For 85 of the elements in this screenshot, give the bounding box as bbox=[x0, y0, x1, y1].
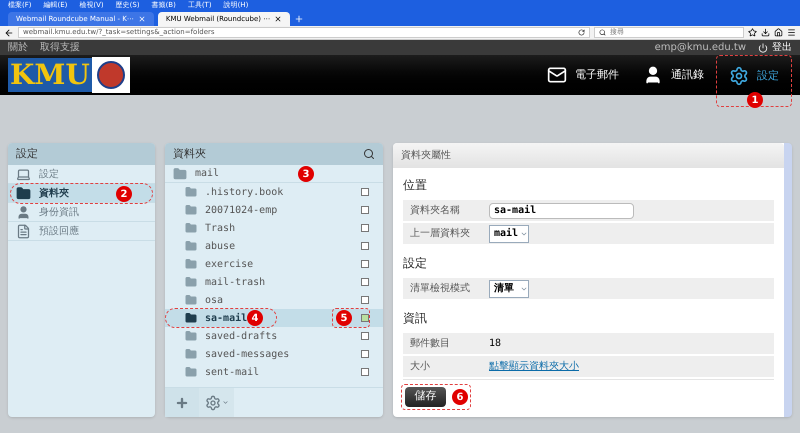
search-icon bbox=[599, 29, 606, 36]
subscribe-checkbox[interactable] bbox=[361, 296, 369, 304]
folder-icon bbox=[185, 240, 197, 252]
dropdown[interactable]: mail bbox=[489, 224, 529, 242]
folder-icon bbox=[185, 222, 197, 234]
document-icon bbox=[16, 224, 31, 238]
power-icon bbox=[758, 42, 768, 52]
panel-header: 設定 bbox=[8, 143, 155, 165]
folder-size-link[interactable]: 點擊顯示資料夾大小 bbox=[489, 359, 579, 374]
folder-row[interactable]: osa bbox=[165, 291, 383, 309]
reload-icon[interactable] bbox=[578, 29, 585, 36]
logout-link[interactable]: 登出 bbox=[758, 40, 792, 55]
subscribe-checkbox[interactable] bbox=[361, 206, 369, 214]
subscribe-checkbox[interactable] bbox=[361, 260, 369, 268]
search-icon[interactable] bbox=[363, 148, 375, 160]
panel-header: 資料夾 bbox=[165, 143, 383, 165]
folder-row[interactable]: .history.book bbox=[165, 183, 383, 201]
section-heading: 資訊 bbox=[403, 310, 428, 327]
property-row: 大小 點擊顯示資料夾大小 bbox=[403, 356, 774, 377]
panel-header: 資料夾屬性 bbox=[393, 143, 784, 168]
property-row: 上一層資料夾 mail bbox=[403, 223, 774, 244]
callout-number: 3 bbox=[298, 166, 314, 182]
subscribe-checkbox[interactable] bbox=[361, 332, 369, 340]
name-field[interactable]: sa-mail bbox=[489, 202, 634, 218]
folder-icon bbox=[185, 204, 197, 216]
folder-row[interactable]: sent-mail bbox=[165, 363, 383, 381]
home-icon[interactable] bbox=[774, 28, 783, 37]
subscribe-checkbox[interactable] bbox=[361, 188, 369, 196]
callout-number: 1 bbox=[747, 92, 763, 108]
subscribe-checkbox[interactable] bbox=[361, 350, 369, 358]
nav-button[interactable]: 通訊錄 bbox=[631, 59, 716, 91]
folder-icon bbox=[185, 366, 197, 378]
top-link[interactable]: 取得支援 bbox=[40, 40, 80, 55]
section-heading: 設定 bbox=[403, 255, 428, 272]
caret-icon bbox=[222, 399, 228, 406]
subscribe-checkbox[interactable] bbox=[361, 278, 369, 286]
folder-icon bbox=[16, 186, 31, 200]
folder-row[interactable]: mail-trash bbox=[165, 273, 383, 291]
person-icon bbox=[16, 204, 31, 220]
nav-button[interactable]: 設定 bbox=[717, 60, 791, 92]
plus-icon bbox=[175, 396, 189, 410]
gear-icon bbox=[204, 394, 220, 410]
folder-row[interactable]: Trash bbox=[165, 219, 383, 237]
callout-number: 6 bbox=[452, 389, 468, 405]
dropdown[interactable]: 清單 bbox=[489, 280, 529, 298]
logo: KMU bbox=[8, 57, 130, 93]
settings-item[interactable]: 身份資訊 bbox=[8, 203, 155, 222]
settings-item[interactable]: 預設回應 bbox=[8, 222, 155, 241]
subscribe-checkbox[interactable] bbox=[361, 224, 369, 232]
section-heading: 位置 bbox=[403, 177, 428, 194]
property-row: 郵件數目 18 bbox=[403, 333, 774, 354]
nav-button[interactable]: 電子郵件 bbox=[535, 59, 631, 91]
property-row: 資料夾名稱 sa-mail bbox=[403, 200, 774, 221]
property-row: 清單檢視模式 清單 bbox=[403, 278, 774, 299]
save-button[interactable]: 儲存 bbox=[405, 386, 446, 406]
options-button[interactable] bbox=[199, 388, 234, 417]
laptop-icon bbox=[16, 166, 31, 182]
emblem-drawing bbox=[92, 57, 130, 93]
folder-icon bbox=[173, 166, 187, 180]
folder-icon bbox=[185, 258, 197, 270]
settings-icon bbox=[729, 66, 749, 86]
subscribe-checkbox[interactable] bbox=[361, 242, 369, 250]
download-icon[interactable] bbox=[761, 28, 770, 37]
back-icon[interactable] bbox=[4, 28, 14, 38]
new-tab-icon[interactable] bbox=[294, 14, 304, 24]
folder-row[interactable]: abuse bbox=[165, 237, 383, 255]
folder-row[interactable]: saved-drafts bbox=[165, 327, 383, 345]
add-button[interactable] bbox=[165, 388, 199, 417]
folder-icon bbox=[185, 276, 197, 288]
folder-icon bbox=[185, 294, 197, 306]
folder-row[interactable]: 20071024-emp bbox=[165, 201, 383, 219]
envelope-icon bbox=[547, 65, 567, 85]
subscribe-checkbox[interactable] bbox=[361, 314, 369, 322]
star-icon[interactable] bbox=[748, 28, 757, 37]
folder-icon bbox=[185, 312, 197, 324]
top-link[interactable]: 關於 bbox=[8, 40, 28, 55]
folder-icon bbox=[185, 186, 197, 198]
subscribe-checkbox[interactable] bbox=[361, 368, 369, 376]
user-email: emp@kmu.edu.tw bbox=[654, 41, 746, 55]
close-icon[interactable] bbox=[274, 15, 282, 23]
folder-icon bbox=[185, 330, 197, 342]
folder-icon bbox=[185, 348, 197, 360]
folder-row[interactable]: exercise bbox=[165, 255, 383, 273]
folder-row[interactable]: saved-messages bbox=[165, 345, 383, 363]
menu-icon[interactable] bbox=[787, 28, 796, 37]
